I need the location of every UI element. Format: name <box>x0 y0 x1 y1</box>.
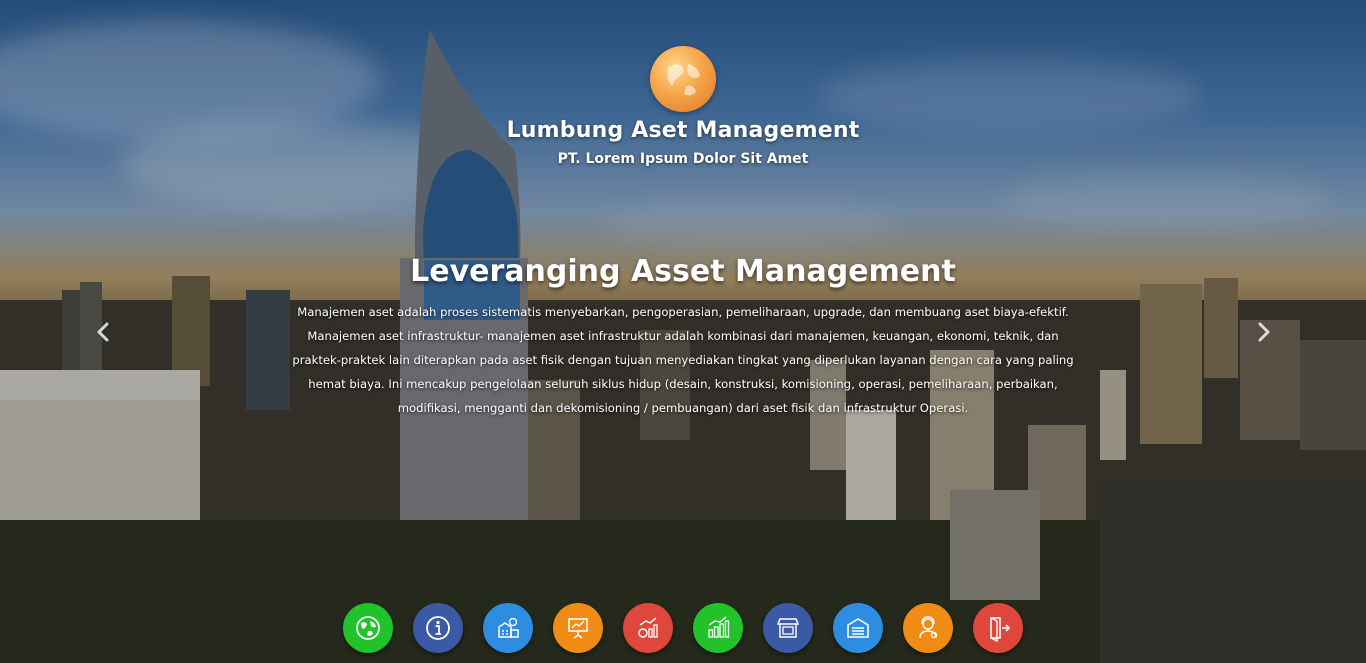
world-icon <box>356 616 380 640</box>
presentation-button[interactable] <box>553 603 603 653</box>
brand-header: Lumbung Aset Management PT. Lorem Ipsum … <box>0 46 1366 167</box>
world-button[interactable] <box>343 603 393 653</box>
store-button[interactable] <box>763 603 813 653</box>
hero-headline: Leveranging Asset Management <box>410 254 956 289</box>
logout-button[interactable] <box>973 603 1023 653</box>
support-agent-icon <box>919 616 938 639</box>
chevron-left-icon <box>97 322 109 342</box>
menu-icon-bar <box>343 603 1023 653</box>
hero-description: Manajemen aset adalah proses sistematis … <box>292 305 1074 415</box>
info-icon <box>426 616 450 640</box>
property-button[interactable] <box>483 603 533 653</box>
chevron-right-icon <box>1258 322 1270 342</box>
warehouse-button[interactable] <box>833 603 883 653</box>
carousel-prev-button[interactable] <box>91 318 115 346</box>
logout-icon <box>990 617 1011 643</box>
info-button[interactable] <box>413 603 463 653</box>
carousel-next-button[interactable] <box>1252 318 1276 346</box>
globe-icon <box>650 46 716 112</box>
store-icon <box>776 618 800 638</box>
support-button[interactable] <box>903 603 953 653</box>
warehouse-icon <box>847 618 869 638</box>
growth-button[interactable] <box>623 603 673 653</box>
site-title: Lumbung Aset Management <box>506 118 860 143</box>
presentation-icon <box>568 618 588 639</box>
bar-chart-icon <box>708 616 730 638</box>
growth-chart-icon <box>638 617 658 638</box>
company-name: PT. Lorem Ipsum Dolor Sit Amet <box>557 151 809 167</box>
property-icon <box>498 617 519 638</box>
statistics-button[interactable] <box>693 603 743 653</box>
